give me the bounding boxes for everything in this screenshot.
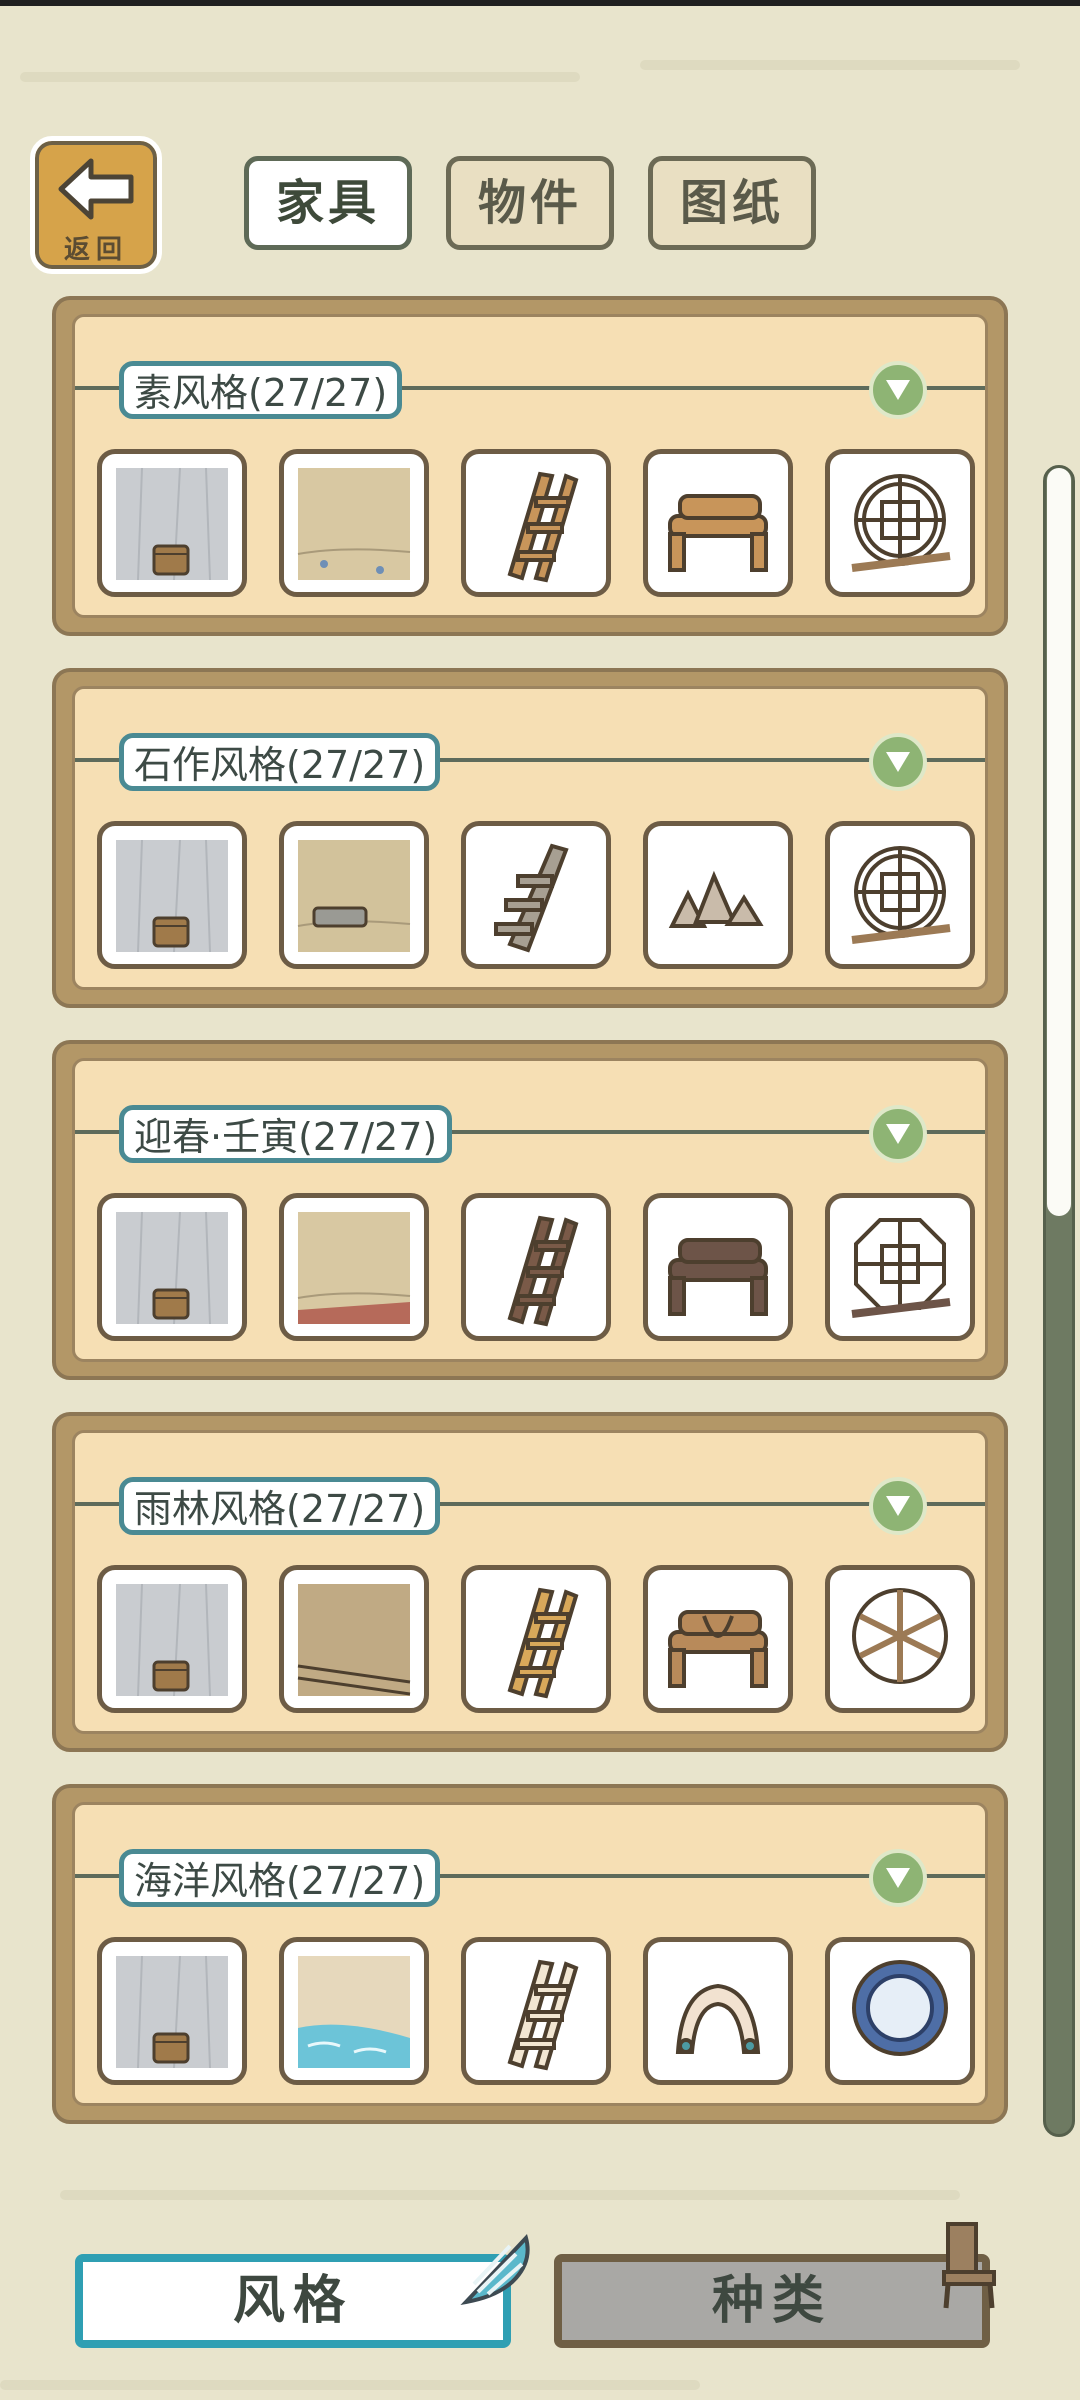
- collapse-toggle-button[interactable]: [869, 361, 927, 419]
- style-title: 海洋风格(27/27): [119, 1849, 441, 1907]
- item-dark-ladder[interactable]: [461, 1193, 611, 1341]
- style-title: 雨林风格(27/27): [119, 1477, 441, 1535]
- collapse-toggle-button[interactable]: [869, 733, 927, 791]
- item-stone-stairs[interactable]: [461, 821, 611, 969]
- background-stroke: [20, 72, 580, 82]
- triangle-down-icon: [886, 1868, 910, 1888]
- tab-objects[interactable]: 物件: [446, 156, 614, 250]
- triangle-down-icon: [886, 380, 910, 400]
- item-bamboo-ladder[interactable]: [461, 1565, 611, 1713]
- item-dark-log-bench[interactable]: [643, 1193, 793, 1341]
- item-floor-water[interactable]: [279, 1937, 429, 2085]
- style-title: 迎春·壬寅(27/27): [119, 1105, 453, 1163]
- style-title: 石作风格(27/27): [119, 733, 441, 791]
- tab-blueprints[interactable]: 图纸: [648, 156, 816, 250]
- background-stroke: [0, 2380, 700, 2390]
- collapse-toggle-button[interactable]: [869, 1477, 927, 1535]
- scrollbar-thumb[interactable]: [1047, 468, 1071, 1216]
- type-category-button[interactable]: 种类: [554, 2254, 990, 2348]
- item-wall-bucket[interactable]: [97, 1565, 247, 1713]
- item-vine-window[interactable]: [825, 1565, 975, 1713]
- item-log-bench[interactable]: [643, 449, 793, 597]
- background-stroke: [640, 60, 1020, 70]
- style-card: 石作风格(27/27): [52, 668, 1008, 1008]
- seashell-icon: [460, 2234, 530, 2306]
- item-wall-bucket[interactable]: [97, 821, 247, 969]
- style-card: 迎春·壬寅(27/27): [52, 1040, 1008, 1380]
- triangle-down-icon: [886, 752, 910, 772]
- item-ladder[interactable]: [461, 449, 611, 597]
- style-title: 素风格(27/27): [119, 361, 403, 419]
- item-porthole-window[interactable]: [825, 1937, 975, 2085]
- back-button[interactable]: 返回: [30, 136, 162, 274]
- item-floor-red[interactable]: [279, 1193, 429, 1341]
- style-card-inner: 海洋风格(27/27): [72, 1802, 988, 2106]
- item-bone-ladder[interactable]: [461, 1937, 611, 2085]
- chair-icon: [942, 2222, 996, 2309]
- status-bar-edge: [0, 0, 1080, 6]
- style-category-button[interactable]: 风格: [75, 2254, 511, 2348]
- collapse-toggle-button[interactable]: [869, 1849, 927, 1907]
- item-floor-stone[interactable]: [279, 821, 429, 969]
- item-floor-sand[interactable]: [279, 449, 429, 597]
- style-card: 海洋风格(27/27): [52, 1784, 1008, 2124]
- style-card: 雨林风格(27/27): [52, 1412, 1008, 1752]
- style-card-inner: 素风格(27/27): [72, 314, 988, 618]
- item-round-window[interactable]: [825, 821, 975, 969]
- item-wall-bucket[interactable]: [97, 449, 247, 597]
- item-rock-pile[interactable]: [643, 821, 793, 969]
- item-round-window[interactable]: [825, 449, 975, 597]
- style-card: 素风格(27/27): [52, 296, 1008, 636]
- style-card-inner: 迎春·壬寅(27/27): [72, 1058, 988, 1362]
- style-card-inner: 石作风格(27/27): [72, 686, 988, 990]
- style-card-inner: 雨林风格(27/27): [72, 1430, 988, 1734]
- triangle-down-icon: [886, 1124, 910, 1144]
- item-floor-wood[interactable]: [279, 1565, 429, 1713]
- back-label: 返回: [63, 235, 128, 265]
- back-arrow-icon: [58, 158, 134, 220]
- item-octagon-window[interactable]: [825, 1193, 975, 1341]
- item-rope-bench[interactable]: [643, 1565, 793, 1713]
- collapse-toggle-button[interactable]: [869, 1105, 927, 1163]
- item-wall-bucket[interactable]: [97, 1937, 247, 2085]
- item-coral-arch[interactable]: [643, 1937, 793, 2085]
- style-category-label: 风格: [232, 2271, 353, 2331]
- item-wall-bucket[interactable]: [97, 1193, 247, 1341]
- background-stroke: [60, 2190, 960, 2200]
- triangle-down-icon: [886, 1496, 910, 1516]
- type-category-label: 种类: [711, 2271, 832, 2331]
- tab-furniture[interactable]: 家具: [244, 156, 412, 250]
